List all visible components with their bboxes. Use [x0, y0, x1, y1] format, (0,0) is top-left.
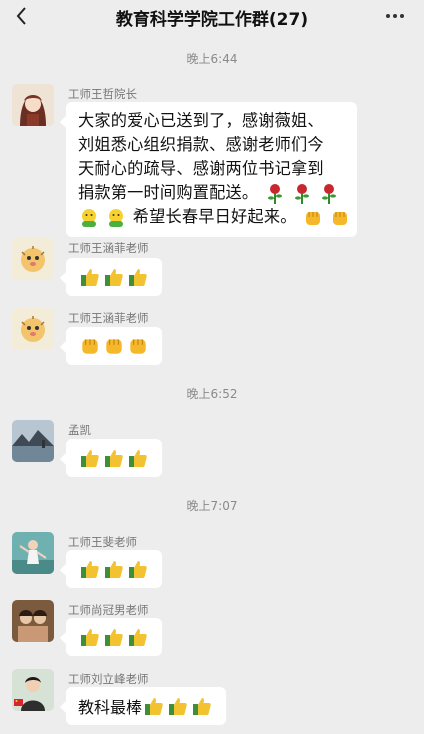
message-bubble[interactable] — [60, 258, 162, 296]
more-dots-icon — [386, 14, 390, 18]
message-line: 刘姐悉心组织捐款、感谢老师们今 — [78, 135, 324, 154]
hug-emoji — [106, 208, 126, 228]
more-button[interactable] — [380, 4, 410, 28]
fist-emoji — [127, 335, 149, 357]
sender-name: 工师王哲院长 — [68, 87, 137, 101]
thumbs-up-emoji — [103, 447, 125, 469]
thumbs-up-emoji — [79, 447, 101, 469]
message-text: 希望长春早日好起来。 — [132, 207, 297, 226]
thumbs-up-emoji — [143, 695, 165, 717]
sender-name: 孟凯 — [68, 423, 91, 437]
avatar[interactable] — [12, 532, 54, 574]
sender-name: 工师刘立峰老师 — [68, 672, 149, 686]
thumbs-up-emoji — [127, 626, 149, 648]
thumbs-up-emoji — [103, 266, 125, 288]
thumbs-up-emoji — [127, 558, 149, 580]
rose-emoji — [319, 183, 339, 205]
thumbs-up-emoji — [191, 695, 213, 717]
avatar[interactable] — [12, 84, 54, 126]
message-bubble[interactable] — [60, 550, 162, 588]
rose-emoji — [265, 183, 285, 205]
message-bubble[interactable]: 教科最棒 — [59, 687, 227, 725]
thumbs-up-emoji — [79, 266, 101, 288]
message-line: 大家的爱心已送到了，感谢薇姐、 — [78, 111, 324, 130]
avatar[interactable] — [12, 600, 54, 642]
thumbs-up-emoji — [103, 558, 125, 580]
thumbs-up-emoji — [167, 695, 189, 717]
chat-header: 教育科学学院工作群(27) — [0, 0, 424, 34]
timestamp: 晚上6:52 — [186, 387, 238, 401]
fist-emoji — [103, 335, 125, 357]
timestamp: 晚上6:44 — [186, 52, 238, 66]
sender-name: 工师王涵菲老师 — [68, 311, 149, 325]
rose-emoji — [292, 183, 312, 205]
thumbs-up-emoji — [127, 447, 149, 469]
more-dot — [393, 14, 397, 18]
message-text: 教科最棒 — [78, 698, 143, 717]
message-bubble[interactable] — [60, 327, 162, 365]
message-line-with-emoji: 希望长春早日好起来。 — [78, 205, 350, 229]
thumbs-up-emoji — [127, 266, 149, 288]
avatar[interactable] — [12, 420, 54, 462]
more-dot — [400, 14, 404, 18]
sender-name: 工师王斐老师 — [68, 535, 137, 549]
thumbs-up-emoji — [79, 558, 101, 580]
timestamp: 晚上7:07 — [186, 499, 238, 513]
message-line: 天耐心的疏导、感谢两位书记拿到 — [78, 159, 324, 178]
message-text: 捐款第一时间购置配送。 — [78, 183, 259, 202]
message-bubble[interactable] — [60, 618, 162, 656]
hug-emoji — [79, 208, 99, 228]
avatar[interactable] — [12, 669, 54, 711]
sender-name: 工师王涵菲老师 — [68, 241, 149, 255]
thumbs-up-emoji — [103, 626, 125, 648]
fist-emoji — [79, 335, 101, 357]
avatar[interactable] — [12, 238, 54, 280]
message-bubble[interactable]: 大家的爱心已送到了，感谢薇姐、 刘姐悉心组织捐款、感谢老师们今 天耐心的疏导、感… — [60, 102, 357, 237]
chat-title: 教育科学学院工作群(27) — [115, 10, 309, 30]
message-bubble[interactable] — [60, 439, 162, 477]
fist-emoji — [303, 208, 323, 228]
avatar[interactable] — [12, 308, 54, 350]
message-line-with-emoji: 捐款第一时间购置配送。 — [78, 181, 347, 205]
fist-emoji — [330, 208, 350, 228]
sender-name: 工师尚冠男老师 — [68, 603, 149, 617]
thumbs-up-emoji — [79, 626, 101, 648]
